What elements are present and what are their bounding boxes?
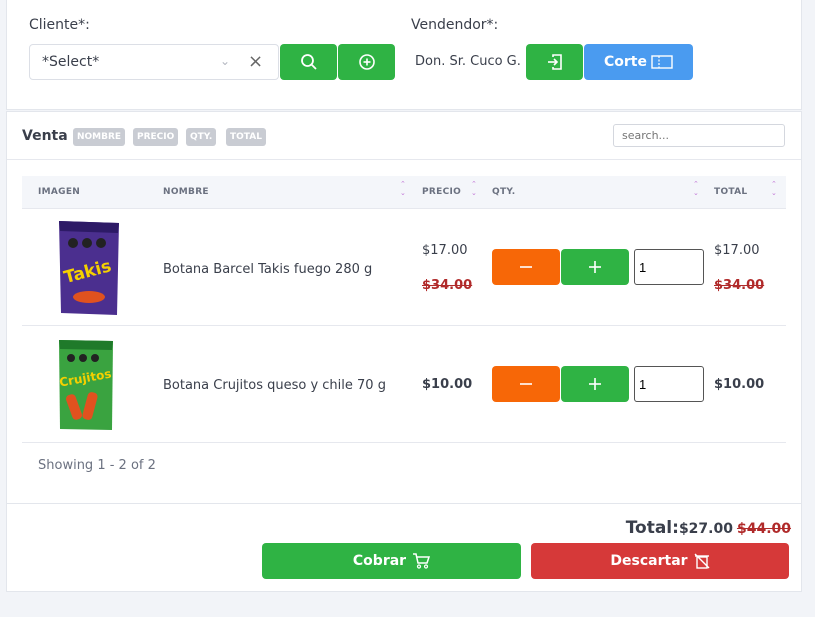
- table-header: IMAGEN NOMBRE ⌃ ⌄ PRECIO ⌃ ⌄ QTY. ⌃ ⌄ TOTAL…: [22, 176, 786, 209]
- filter-chip-qty[interactable]: QTY.: [186, 128, 217, 146]
- product-old-price: $34.00: [422, 278, 473, 293]
- sale-total: Total:$27.00 $44.00: [626, 518, 791, 538]
- minus-icon: [520, 383, 532, 385]
- chevron-down-icon[interactable]: ⌄: [220, 54, 230, 68]
- cart-icon: [413, 553, 431, 569]
- total-label: Total:: [625, 518, 679, 538]
- cliente-label: Cliente*:: [29, 17, 90, 33]
- increment-button[interactable]: [561, 249, 629, 285]
- product-image-crujitos: Crujitos: [58, 340, 113, 430]
- login-icon: [547, 54, 562, 70]
- search-icon: [300, 54, 317, 70]
- search-input[interactable]: [613, 124, 785, 147]
- minus-icon: [520, 266, 532, 268]
- table-row: Takis Botana Barcel Takis fuego 280 g $1…: [22, 209, 786, 326]
- filter-chip-total[interactable]: TOTAL: [226, 128, 266, 146]
- pagination-info: Showing 1 - 2 of 2: [38, 458, 156, 473]
- sort-total-icon[interactable]: ⌃ ⌄: [771, 180, 777, 198]
- search-client-button[interactable]: [280, 44, 337, 80]
- col-nombre[interactable]: NOMBRE: [163, 187, 209, 197]
- vendedor-field: Don. Sr. Cuco G.: [411, 44, 527, 80]
- sort-qty-icon[interactable]: ⌃ ⌄: [693, 180, 699, 198]
- col-precio[interactable]: PRECIO: [422, 187, 461, 197]
- corte-button[interactable]: Corte: [584, 44, 693, 80]
- clear-icon[interactable]: ×: [248, 51, 263, 72]
- venta-header: Venta NOMBRE PRECIO QTY. TOTAL: [7, 112, 801, 160]
- login-vendedor-button[interactable]: [526, 44, 583, 80]
- product-name: Botana Barcel Takis fuego 280 g: [163, 262, 373, 277]
- product-name: Botana Crujitos queso y chile 70 g: [163, 378, 386, 393]
- row-old-total: $34.00: [714, 278, 765, 293]
- corte-label: Corte: [604, 54, 647, 70]
- cliente-select-value: *Select*: [42, 54, 100, 70]
- increment-button[interactable]: [561, 366, 629, 402]
- plus-icon: [589, 261, 601, 273]
- col-imagen[interactable]: IMAGEN: [38, 187, 80, 197]
- col-total[interactable]: TOTAL: [714, 187, 747, 197]
- venta-title: Venta: [22, 128, 68, 144]
- descartar-button[interactable]: Descartar: [531, 543, 789, 579]
- product-image-takis: Takis: [59, 221, 119, 315]
- quantity-input[interactable]: [634, 366, 704, 402]
- col-qty[interactable]: QTY.: [492, 187, 515, 197]
- quantity-input[interactable]: [634, 249, 704, 285]
- plus-icon: [589, 378, 601, 390]
- ticket-icon: [651, 55, 673, 69]
- decrement-button[interactable]: [492, 249, 560, 285]
- decrement-button[interactable]: [492, 366, 560, 402]
- sort-precio-icon[interactable]: ⌃ ⌄: [471, 180, 477, 198]
- sale-items-card: Venta NOMBRE PRECIO QTY. TOTAL IMAGEN NO…: [6, 111, 802, 504]
- filter-chip-nombre[interactable]: NOMBRE: [73, 128, 126, 146]
- filter-chip-precio[interactable]: PRECIO: [133, 128, 179, 146]
- total-value: $27.00: [678, 521, 733, 537]
- cliente-select[interactable]: *Select* ⌄ ×: [29, 44, 279, 80]
- product-price: $17.00: [422, 243, 468, 258]
- trash-off-icon: [694, 553, 710, 569]
- sale-footer: Total:$27.00 $44.00 Cobrar Descartar: [6, 504, 802, 592]
- total-old-value: $44.00: [736, 521, 791, 537]
- cobrar-label: Cobrar: [352, 553, 407, 569]
- row-total: $17.00: [714, 243, 760, 258]
- cobrar-button[interactable]: Cobrar: [262, 543, 521, 579]
- add-client-button[interactable]: [338, 44, 395, 80]
- sort-nombre-icon[interactable]: ⌃ ⌄: [400, 180, 406, 198]
- sale-header-card: Cliente*: *Select* ⌄ × Vendendor*: Don. …: [6, 0, 802, 110]
- vendedor-value: Don. Sr. Cuco G.: [415, 54, 521, 69]
- row-total: $10.00: [714, 377, 765, 392]
- table-row: Crujitos Botana Crujitos queso y chile 7…: [22, 326, 786, 443]
- vendedor-label: Vendendor*:: [411, 17, 499, 33]
- product-price: $10.00: [422, 377, 473, 392]
- descartar-label: Descartar: [610, 553, 688, 569]
- plus-circle-icon: [358, 54, 375, 70]
